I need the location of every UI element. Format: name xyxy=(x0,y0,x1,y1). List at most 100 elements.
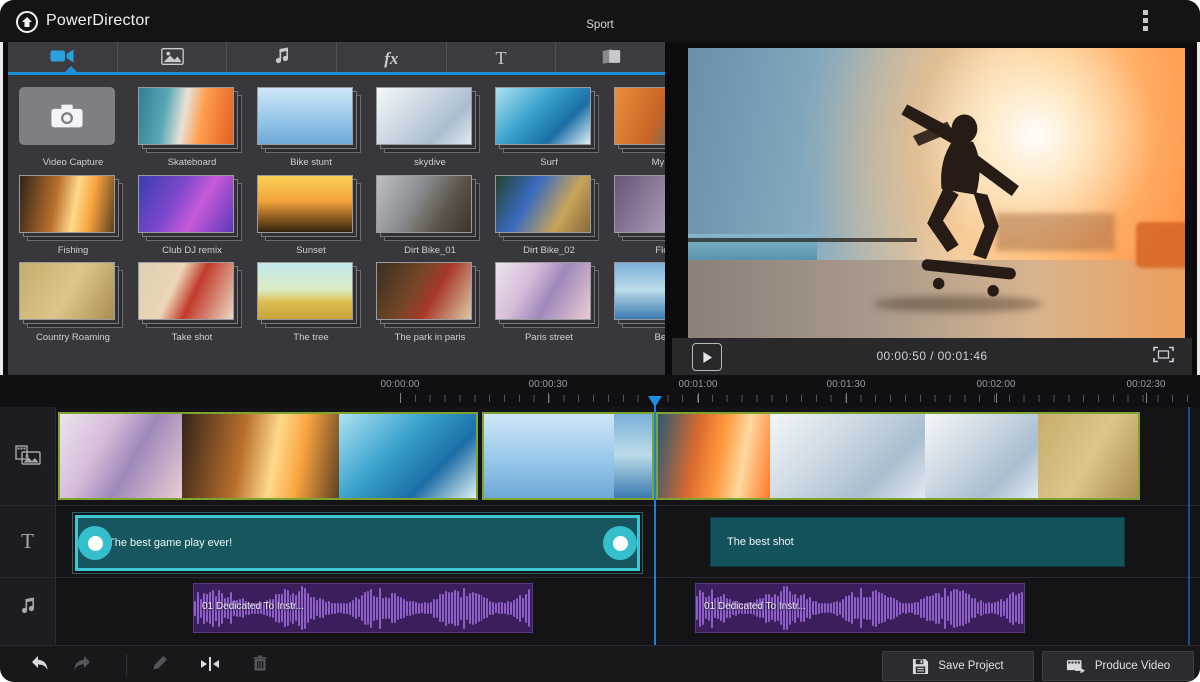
clip-frame-skydive xyxy=(770,414,925,498)
playhead-line xyxy=(654,404,656,645)
library-item-dirt-bike-02[interactable]: Dirt Bike_02 xyxy=(494,175,613,256)
library-item-skydive[interactable]: skydive xyxy=(375,87,494,168)
tab-title-room[interactable]: T xyxy=(446,42,556,75)
library-item-label: Beach xyxy=(613,332,665,343)
tab-effect-room[interactable]: fx xyxy=(336,42,446,75)
pencil-icon xyxy=(152,655,168,676)
trim-handle-right[interactable] xyxy=(603,526,637,560)
title-track-icon: T xyxy=(0,529,55,554)
thumbnail-take-shot xyxy=(138,262,234,320)
trim-handle-left[interactable] xyxy=(78,526,112,560)
library-item-beach[interactable]: Beach xyxy=(613,262,665,343)
thumbnail-club-dj xyxy=(138,175,234,233)
thumbnail-skateboard xyxy=(138,87,234,145)
pencil-button xyxy=(146,653,174,677)
clip-frame-paris-street xyxy=(60,414,182,498)
photo-icon xyxy=(161,48,184,70)
library-item-park-paris[interactable]: The park in paris xyxy=(375,262,494,343)
audio-clip[interactable]: 01 Dedicated To Instr... xyxy=(695,583,1025,633)
library-item-label: Take shot xyxy=(137,332,247,343)
produce-video-button[interactable]: Produce Video xyxy=(1042,651,1194,681)
clip-frame-beach xyxy=(614,414,652,498)
thumbnail-surf xyxy=(495,87,591,145)
thumbnail-skydive xyxy=(376,87,472,145)
media-panel: fx T Video Capture SkateboardBike stunt sky… xyxy=(8,42,665,375)
thumbnail-my-video xyxy=(614,87,665,145)
clip-frame-country-roaming xyxy=(1038,414,1138,498)
video-capture-tile xyxy=(19,87,115,145)
thumbnail-dirt-bike-02 xyxy=(495,175,591,233)
split-icon xyxy=(199,655,221,676)
kebab-menu-icon[interactable] xyxy=(1138,10,1152,34)
project-name: Sport xyxy=(0,19,1200,31)
bottom-toolbar: Save Project Produce Video xyxy=(0,645,1200,682)
library-item-country-roaming[interactable]: Country Roaming xyxy=(18,262,137,343)
media-library: Video Capture SkateboardBike stunt skydive… xyxy=(8,75,665,375)
thumbnail-beach xyxy=(614,262,665,320)
timeline-end-marker xyxy=(1188,407,1190,645)
trash-button xyxy=(246,653,274,677)
produce-film-icon xyxy=(1066,658,1086,675)
library-item-label: Bike stunt xyxy=(256,157,366,168)
clip-frame-surf xyxy=(339,414,476,498)
library-item-label: Surf xyxy=(494,157,604,168)
library-item-take-shot[interactable]: Take shot xyxy=(137,262,256,343)
trash-icon xyxy=(253,655,267,676)
library-item-club-dj[interactable]: Club DJ remix xyxy=(137,175,256,256)
video-clip[interactable] xyxy=(482,412,654,500)
library-item-my-video[interactable]: My vide xyxy=(613,87,665,168)
library-item-fishing[interactable]: Fishing xyxy=(18,175,137,256)
preview-viewport[interactable] xyxy=(688,48,1185,338)
title-clip[interactable]: The best game play ever! xyxy=(75,515,640,571)
audio-clip[interactable]: 01 Dedicated To Instr... xyxy=(193,583,533,633)
ruler-label: 00:00:00 xyxy=(370,379,430,390)
library-item-label: My vide xyxy=(613,157,665,168)
library-item-label: Flowe xyxy=(613,245,665,256)
timeline-ruler[interactable]: 00:00:0000:00:3000:01:0000:01:3000:02:00… xyxy=(0,375,1200,407)
redo-icon xyxy=(72,655,92,676)
library-item-paris-street[interactable]: Paris street xyxy=(494,262,613,343)
library-item-capture[interactable]: Video Capture xyxy=(18,87,137,168)
tab-transition-room[interactable] xyxy=(555,42,665,75)
fullscreen-icon[interactable] xyxy=(1153,346,1174,368)
ruler-label: 00:02:30 xyxy=(1116,379,1176,390)
preview-panel: 00:00:50 / 00:01:46 xyxy=(672,42,1192,375)
video-clip[interactable] xyxy=(656,412,1140,500)
library-item-label: Dirt Bike_01 xyxy=(375,245,485,256)
track-header-column: T xyxy=(0,407,56,645)
thumbnail-dirt-bike-01 xyxy=(376,175,472,233)
title-clip-text: The best shot xyxy=(711,536,794,548)
clip-frame-bike-stunt xyxy=(484,414,614,498)
tab-media-room[interactable] xyxy=(8,42,117,75)
title-clip[interactable]: The best shot xyxy=(710,517,1125,567)
fx-icon: fx xyxy=(384,49,398,69)
playhead-handle[interactable] xyxy=(648,396,662,407)
library-item-flower[interactable]: Flowe xyxy=(613,175,665,256)
timecode: 00:00:50 / 00:01:46 xyxy=(672,349,1192,363)
preview-controls: 00:00:50 / 00:01:46 xyxy=(672,338,1192,375)
library-item-skateboard[interactable]: Skateboard xyxy=(137,87,256,168)
redo-button xyxy=(68,653,96,677)
library-item-dirt-bike-01[interactable]: Dirt Bike_01 xyxy=(375,175,494,256)
split-button[interactable] xyxy=(196,653,224,677)
undo-button[interactable] xyxy=(26,653,54,677)
library-item-surf[interactable]: Surf xyxy=(494,87,613,168)
skater-silhouette xyxy=(838,103,1068,318)
audio-clip-label: 01 Dedicated To Instr... xyxy=(704,601,806,612)
tab-photo-room[interactable] xyxy=(117,42,227,75)
library-item-label: The park in paris xyxy=(375,332,485,343)
transition-icon xyxy=(600,48,622,70)
video-clip[interactable] xyxy=(58,412,478,500)
library-item-sunset[interactable]: Sunset xyxy=(256,175,375,256)
library-item-label: The tree xyxy=(256,332,366,343)
app-window: PowerDirector Sport fxT Video CaptureSka… xyxy=(0,0,1200,682)
library-item-bike-stunt[interactable]: Bike stunt xyxy=(256,87,375,168)
library-item-the-tree[interactable]: The tree xyxy=(256,262,375,343)
library-item-label: Video Capture xyxy=(18,157,128,168)
library-item-label: Sunset xyxy=(256,245,366,256)
save-project-button[interactable]: Save Project xyxy=(882,651,1034,681)
ruler-label: 00:01:00 xyxy=(668,379,728,390)
thumbnail-bike-stunt xyxy=(257,87,353,145)
timeline-tracks: T The best game play ever! The best shot 0… xyxy=(0,407,1200,645)
tab-music-room[interactable] xyxy=(226,42,336,75)
